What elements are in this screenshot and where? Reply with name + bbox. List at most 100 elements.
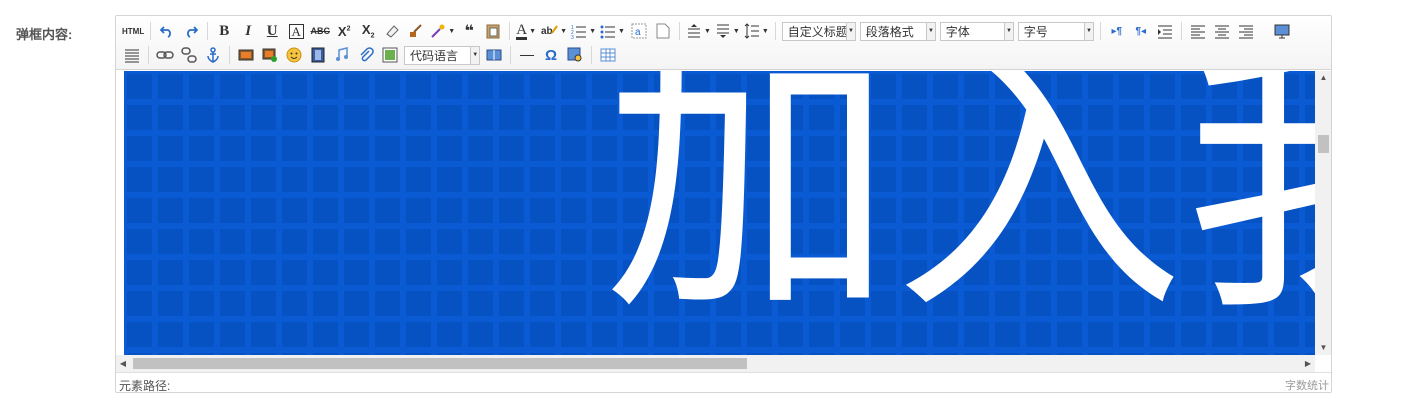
row-spacing-bottom-button[interactable]: ▼: [715, 21, 740, 41]
clear-doc-button[interactable]: [653, 21, 673, 41]
font-border-button[interactable]: A: [286, 21, 306, 41]
link-button[interactable]: [155, 45, 175, 65]
underline-button[interactable]: U: [262, 21, 282, 41]
horizontal-line-icon: [520, 54, 534, 56]
align-justify-icon: [125, 49, 139, 63]
svg-text:a: a: [635, 27, 641, 38]
horizontal-rule-button[interactable]: [517, 45, 537, 65]
horizontal-scrollbar[interactable]: ◀ ▶: [116, 355, 1315, 372]
insert-table-button[interactable]: [598, 45, 618, 65]
chevron-down-icon: ▼: [470, 46, 479, 64]
unlink-button[interactable]: [179, 45, 199, 65]
font-family-select[interactable]: 字体 ▼: [939, 21, 1014, 41]
blockquote-button[interactable]: ❝: [459, 21, 479, 41]
anchor-button[interactable]: [203, 45, 223, 65]
auto-typeset-button[interactable]: ▼: [430, 21, 455, 41]
search-replace-icon: [567, 47, 582, 62]
redo-button[interactable]: [181, 21, 201, 41]
underline-icon: U: [266, 22, 278, 39]
html-source-button[interactable]: HTML: [122, 21, 144, 41]
insert-frame-button[interactable]: [380, 45, 400, 65]
unlink-icon: [181, 47, 197, 63]
format-painter-button[interactable]: [406, 21, 426, 41]
align-center-icon: [1214, 25, 1229, 39]
anchor-icon: [207, 47, 219, 63]
row-spacing-top-button[interactable]: ▼: [686, 21, 711, 41]
italic-button[interactable]: I: [238, 21, 258, 41]
background-color-button[interactable]: ab ▼: [540, 21, 567, 41]
ltr-icon: ▸¶: [1111, 25, 1123, 37]
fullscreen-button[interactable]: [1272, 21, 1292, 41]
image-icon: [238, 49, 254, 61]
vertical-scrollbar[interactable]: ▲ ▼: [1315, 71, 1331, 355]
chevron-down-icon: ▼: [846, 22, 855, 40]
superscript-button[interactable]: X2: [334, 21, 354, 41]
table-icon: [600, 48, 616, 62]
rtl-icon: ¶◂: [1135, 25, 1147, 37]
scroll-down-icon[interactable]: ▼: [1315, 341, 1331, 355]
unordered-list-button[interactable]: ▼: [600, 21, 625, 41]
direction-rtl-button[interactable]: ¶◂: [1131, 21, 1151, 41]
undo-icon: [160, 26, 172, 38]
align-center-button[interactable]: [1212, 21, 1232, 41]
insert-music-button[interactable]: [332, 45, 352, 65]
align-left-icon: [1190, 25, 1205, 39]
ordered-list-button[interactable]: 1 2 3 ▼: [571, 21, 596, 41]
editor-toolbar: HTML B I U A ABC X2 X2 ▼ ❝ A ▼ ab ▼ 1 2 3 ▼ ▼…: [116, 16, 1331, 70]
word-count: 字数统计: [1285, 380, 1329, 392]
page-template-button[interactable]: [484, 45, 504, 65]
scroll-right-icon[interactable]: ▶: [1301, 355, 1315, 372]
scroll-up-icon[interactable]: ▲: [1315, 71, 1331, 85]
align-right-button[interactable]: [1236, 21, 1256, 41]
bold-button[interactable]: B: [214, 21, 234, 41]
attachment-button[interactable]: [356, 45, 376, 65]
line-height-icon: [744, 23, 759, 39]
select-all-button[interactable]: a: [629, 21, 649, 41]
italic-icon: I: [245, 22, 252, 39]
chevron-down-icon: ▼: [1004, 22, 1013, 40]
custom-title-select[interactable]: 自定义标题 ▼: [781, 21, 856, 41]
editor-content-area[interactable]: 加入我: [124, 71, 1315, 355]
indent-icon: [1157, 25, 1172, 39]
paste-plain-button[interactable]: [483, 21, 503, 41]
chevron-down-icon: ▼: [926, 22, 935, 40]
direction-ltr-button[interactable]: ▸¶: [1107, 21, 1127, 41]
subscript-button[interactable]: X2: [358, 21, 378, 41]
paragraph-format-select[interactable]: 段落格式 ▼: [859, 21, 936, 41]
code-language-select[interactable]: 代码语言 ▼: [404, 45, 480, 65]
align-left-button[interactable]: [1188, 21, 1208, 41]
smiley-icon: [286, 47, 302, 63]
redo-icon: [187, 26, 199, 38]
music-note-icon: [336, 47, 348, 61]
font-border-icon: A: [288, 23, 304, 39]
svg-text:ab: ab: [541, 26, 553, 37]
font-color-button[interactable]: A ▼: [516, 21, 536, 41]
brush-icon: [410, 24, 422, 37]
insert-video-button[interactable]: [308, 45, 328, 65]
special-chars-button[interactable]: Ω: [541, 45, 561, 65]
font-color-icon: A: [516, 21, 528, 40]
insert-image-button[interactable]: [236, 45, 256, 65]
emotion-button[interactable]: [284, 45, 304, 65]
banner-text: 加入我: [604, 71, 1315, 350]
multi-image-button[interactable]: [260, 45, 280, 65]
strikethrough-button[interactable]: ABC: [310, 21, 330, 41]
frame-icon: [382, 47, 398, 63]
row-spacing-top-icon: [687, 24, 700, 38]
font-size-select[interactable]: 字号 ▼: [1017, 21, 1094, 41]
quote-icon: ❝: [464, 23, 474, 40]
line-height-button[interactable]: ▼: [744, 21, 769, 41]
horizontal-scroll-thumb[interactable]: [133, 358, 747, 369]
highlighter-icon: ab: [541, 25, 558, 37]
vertical-scroll-thumb[interactable]: [1318, 135, 1329, 153]
scroll-left-icon[interactable]: ◀: [116, 355, 130, 372]
search-replace-button[interactable]: [565, 45, 585, 65]
svg-text:3: 3: [571, 35, 574, 39]
indent-button[interactable]: [1155, 21, 1175, 41]
remove-format-button[interactable]: [382, 21, 402, 41]
images-icon: [262, 48, 277, 62]
justify-button[interactable]: [122, 45, 142, 65]
select-all-icon: a: [631, 23, 647, 39]
rich-text-editor[interactable]: HTML B I U A ABC X2 X2 ▼ ❝ A ▼ ab ▼ 1 2 3 ▼ ▼…: [115, 15, 1332, 393]
undo-button[interactable]: [157, 21, 177, 41]
